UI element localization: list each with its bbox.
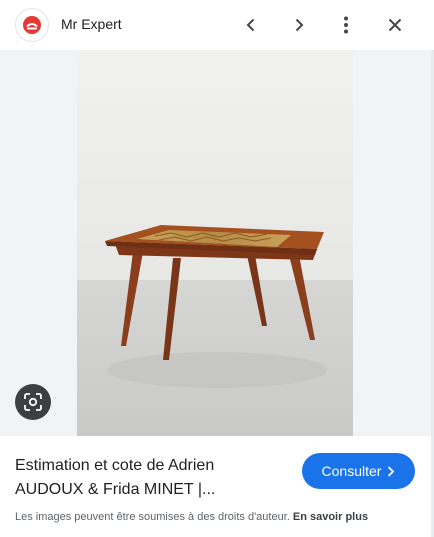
image-preview: [0, 50, 434, 436]
site-name[interactable]: Mr Expert: [61, 16, 122, 32]
consult-button-label: Consulter: [321, 463, 382, 479]
next-button[interactable]: [283, 9, 315, 41]
site-logo-icon[interactable]: [15, 8, 49, 42]
close-button[interactable]: [379, 9, 411, 41]
result-title[interactable]: Estimation et cote de Adrien AUDOUX & Fr…: [15, 454, 285, 502]
top-bar: Mr Expert: [0, 0, 434, 50]
copyright-notice: Les images peuvent être soumises à des d…: [15, 510, 425, 524]
google-lens-button[interactable]: [15, 384, 51, 420]
chevron-right-icon: [388, 465, 395, 477]
google-lens-icon: [24, 393, 42, 411]
previous-button[interactable]: [235, 9, 267, 41]
product-image[interactable]: [77, 50, 353, 436]
close-icon: [388, 18, 402, 32]
more-options-button[interactable]: [330, 9, 362, 41]
learn-more-link[interactable]: En savoir plus: [293, 511, 368, 523]
more-vertical-icon: [344, 16, 348, 34]
consult-button[interactable]: Consulter: [302, 453, 415, 489]
chevron-left-icon: [246, 18, 255, 32]
copyright-text: Les images peuvent être soumises à des d…: [15, 511, 290, 523]
chevron-right-icon: [295, 18, 304, 32]
